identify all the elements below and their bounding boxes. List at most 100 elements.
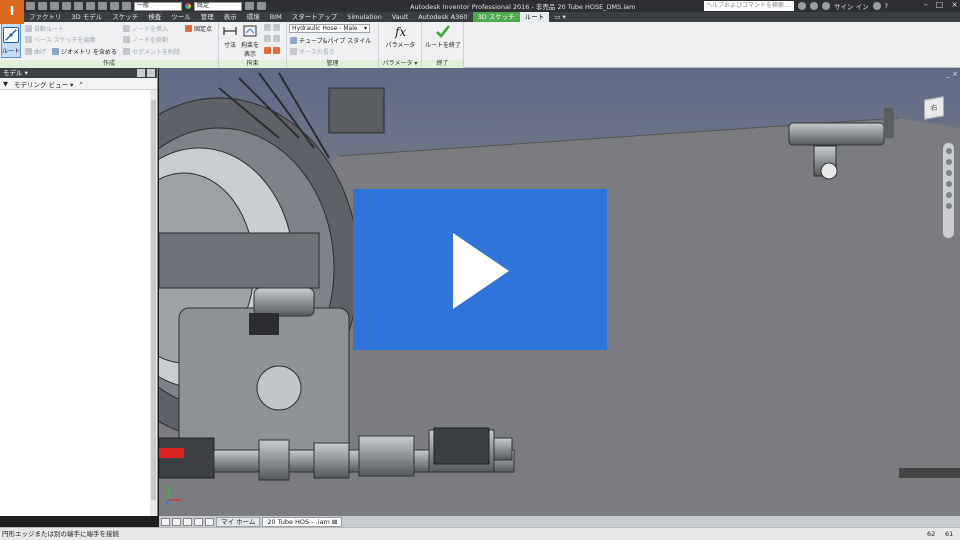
app-logo[interactable]: I [0,0,24,24]
orbit-icon[interactable] [945,181,952,187]
perpendicular-icon [264,24,271,31]
zoom-icon[interactable] [945,170,952,176]
user-icon[interactable] [822,2,830,10]
binoculars-icon[interactable]: ⌕ [79,79,83,88]
style-dropdown[interactable]: 一般 [134,1,182,11]
status-message: 円形エッジまたは別の端手に端手を接続 [2,530,119,538]
bend-button[interactable]: 曲げ [25,47,46,56]
browser-scrollbar-thumb[interactable] [151,100,156,500]
nav-bar-menu-icon[interactable] [945,203,952,209]
star-icon[interactable] [810,2,818,10]
constraint-tangent-button[interactable] [264,35,280,42]
tab-my-home[interactable]: マイ ホーム [216,516,261,527]
tab-simulation[interactable]: Simulation [342,12,387,22]
tube-pipe-style-button[interactable]: チューブ&パイプ スタイル [290,36,371,45]
auto-route-button[interactable]: 自動ルート [25,24,64,33]
constraint-perpendicular-button[interactable] [264,24,280,31]
tangent-icon [264,35,271,42]
close-window-icon[interactable]: × [951,0,958,9]
help-link[interactable]: ? [885,2,888,10]
color-override-dropdown[interactable]: 既定 [194,1,242,11]
filter-icon[interactable]: ▼ [3,80,8,88]
tab-route[interactable]: ルート [519,12,550,22]
move-node-button[interactable]: ノードを移動 [123,35,168,44]
hose-length-button[interactable]: ホースの長さ [290,47,335,56]
more-icon[interactable] [257,2,266,10]
graphics-viewport[interactable]: 右 _ × [159,68,960,516]
hose-style-dropdown[interactable]: Hydraulic Hose - Male ▾ [289,24,370,33]
measure-icon[interactable] [122,2,131,10]
tab-a360[interactable]: Autodesk A360 [413,12,472,22]
undo-icon[interactable] [62,2,71,10]
tab-bim[interactable]: BIM [265,12,287,22]
tab-view[interactable]: 表示 [219,12,242,22]
parameters-button[interactable]: fx パラメータ [382,23,419,49]
dimension-button[interactable]: 寸法 [221,23,239,49]
pan-icon[interactable] [945,159,952,165]
viewport-close-icon[interactable]: _ × [946,70,958,78]
style-icon [290,37,297,44]
tab-environments[interactable]: 環境 [242,12,265,22]
route-button[interactable]: ルート [1,23,21,58]
navigation-bar[interactable] [943,143,954,238]
edit-base-sketch-button[interactable]: ベース スケッチを編集 [25,35,96,44]
tab-vault[interactable]: Vault [387,12,413,22]
close-tab-icon[interactable]: ⊠ [332,518,337,526]
steering-wheel-icon[interactable] [945,148,952,154]
cart-icon[interactable] [872,2,881,10]
save-icon[interactable] [50,2,59,10]
tab-document[interactable]: 20 Tube HOS - .iam ⊠ [262,516,343,527]
home-icon[interactable] [86,2,95,10]
minimize-icon[interactable]: – [924,0,928,9]
style-dropdown-value: 一般 [137,2,150,9]
ribbon-tabs: ファクトリ 3D モデル スケッチ 検査 ツール 管理 表示 環境 BIM スタ… [24,12,960,22]
parallel-icon [273,24,280,31]
select-icon[interactable] [98,2,107,10]
update-icon[interactable] [110,2,119,10]
viewcube[interactable]: 右 [924,96,944,120]
binoculars-icon[interactable] [798,2,806,10]
tile-vertical-icon[interactable] [161,517,170,526]
new-file-icon[interactable] [26,2,35,10]
help-search-input[interactable]: ヘルプおよびコマンドを検索... [704,1,794,11]
cascade-icon[interactable] [183,517,192,526]
finish-route-button[interactable]: ルートを終了 [423,23,463,49]
tab-factory[interactable]: ファクトリ [24,12,67,22]
tab-inspect[interactable]: 検査 [143,12,166,22]
checkmark-icon [436,25,451,38]
browser-view-dropdown[interactable]: モデリング ビュー ▾ [14,79,73,89]
show-constraints-button[interactable]: 拘束を表示 [239,23,261,58]
redo-icon[interactable] [74,2,83,10]
lock-icon [264,47,271,54]
insert-node-button[interactable]: ノードを挿入 [123,24,168,33]
fx-icon[interactable] [245,2,254,10]
include-geometry-icon [52,48,59,55]
include-geometry-button[interactable]: ジオメトリ を含める [52,47,117,56]
delete-segment-button[interactable]: セグメントを削除 [123,47,180,56]
tab-getting-started[interactable]: スタートアップ [287,12,343,22]
maximize-icon[interactable]: □ [936,0,944,9]
bend-icon [25,48,32,55]
sign-in-link[interactable]: サイン イン [834,1,869,11]
tab-3d-model[interactable]: 3D モデル [67,12,108,22]
browser-title[interactable]: モデル ▾ [3,69,28,77]
tab-manage[interactable]: 管理 [196,12,219,22]
constraint-lock-button[interactable] [264,47,280,54]
tab-tools[interactable]: ツール [166,12,196,22]
browser-add-icon[interactable] [137,69,145,77]
tab-sketch[interactable]: スケッチ [107,12,143,22]
panel-parameters: fx パラメータ パラメータ ▾ [379,22,422,68]
edit-base-sketch-label: ベース スケッチを編集 [34,37,96,44]
video-play-overlay[interactable] [353,189,607,350]
look-at-icon[interactable] [945,192,952,198]
tab-3d-sketch[interactable]: 3D スケッチ [472,12,520,22]
browser-help-icon[interactable] [147,69,155,77]
ribbon-display-toggle[interactable]: ▭ ▾ [549,12,570,22]
fixed-point-button[interactable]: 固定点 [185,24,212,33]
open-file-icon[interactable] [38,2,47,10]
tile-horizontal-icon[interactable] [172,517,181,526]
arrange-icon[interactable] [194,517,203,526]
windows-list-icon[interactable] [205,517,214,526]
browser-scrollbar[interactable] [150,90,157,516]
panel-constrain-title: 拘束 [219,60,286,68]
